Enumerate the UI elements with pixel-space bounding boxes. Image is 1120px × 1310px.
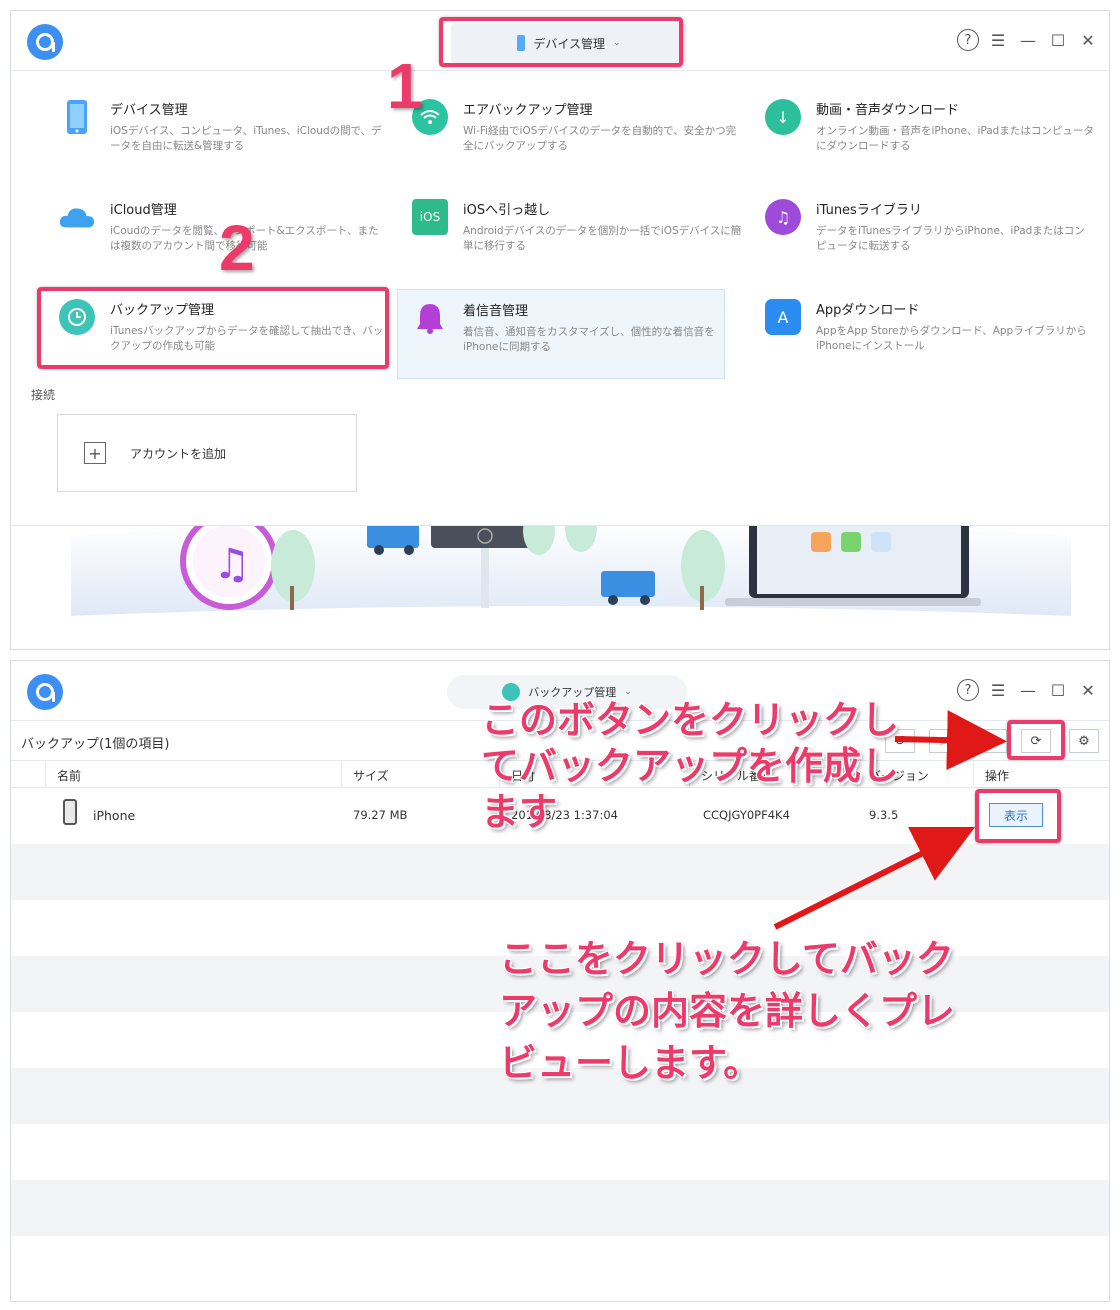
- backup-count-title: バックアップ(1個の項目): [21, 737, 170, 752]
- feature-title: デバイス管理: [110, 103, 188, 118]
- settings-icon[interactable]: ⚙: [1069, 729, 1099, 753]
- feature-title: iTunesライブラリ: [816, 203, 922, 218]
- backup-management-window: バックアップ管理 ⌄ ? ☰ — ☐ ✕ バックアップ(1個の項目) ↺ ⌕ ▭…: [10, 660, 1110, 1302]
- feature-desc: iTunesバックアップからデータを確認して抽出でき、バックアップの作成も可能: [110, 325, 384, 352]
- feature-app-download[interactable]: A Appダウンロード AppをApp Storeからダウンロード、Appライブ…: [765, 299, 1095, 389]
- feature-title: エアバックアップ管理: [463, 103, 593, 118]
- close-icon[interactable]: ✕: [1077, 29, 1099, 51]
- empty-row: [11, 1236, 1109, 1292]
- feature-desc: データをiTunesライブラリからiPhone、iPadまたはコンピュータに転送…: [816, 225, 1085, 252]
- menu-icon[interactable]: ☰: [987, 29, 1009, 51]
- clock-icon: [59, 299, 95, 335]
- feature-move-to-ios[interactable]: iOS iOSへ引っ越し Androidデバイスのデータを個別か一括でiOSデバ…: [412, 199, 742, 289]
- feature-desc: 着信音、通知音をカスタマイズし、個性的な着信音をiPhoneに同期する: [463, 326, 715, 353]
- add-account-label: アカウントを追加: [130, 446, 227, 461]
- chevron-down-icon: ⌄: [613, 38, 621, 48]
- menu-icon[interactable]: ☰: [987, 679, 1009, 701]
- empty-row: [11, 844, 1109, 900]
- feature-title: Appダウンロード: [816, 303, 920, 318]
- feature-title: 着信音管理: [463, 304, 529, 319]
- help-icon[interactable]: ?: [957, 679, 979, 701]
- search-icon[interactable]: ⌕: [929, 729, 959, 753]
- background-illustration: ♫: [11, 504, 1109, 649]
- feature-ringtone[interactable]: 着信音管理 着信音、通知音をカスタマイズし、個性的な着信音をiPhoneに同期す…: [397, 289, 725, 379]
- help-icon[interactable]: ?: [957, 29, 979, 51]
- cloud-icon: [59, 199, 95, 235]
- app-logo-icon: [27, 24, 63, 60]
- annotation-create-backup: このボタンをクリックしてバックアップを作成します: [481, 698, 900, 834]
- step-number-1: 1: [387, 50, 423, 122]
- feature-air-backup[interactable]: エアバックアップ管理 Wi-Fi経由でiOSデバイスのデータを自動的で、安全かつ…: [412, 99, 742, 189]
- music-icon: ♫: [765, 199, 801, 235]
- download-icon: ↓: [765, 99, 801, 135]
- empty-row: [11, 1124, 1109, 1180]
- empty-row: [11, 1180, 1109, 1236]
- feature-panel: デバイス管理 iOSデバイス、コンピュータ、iTunes、iCloudの間で、デ…: [11, 71, 1109, 526]
- cell-name: iPhone: [93, 808, 136, 823]
- column-name[interactable]: 名前: [57, 767, 81, 784]
- feature-desc: オンライン動画・音声をiPhone、iPadまたはコンピュータにダウンロードする: [816, 125, 1094, 152]
- feature-video-download[interactable]: ↓ 動画・音声ダウンロード オンライン動画・音声をiPhone、iPadまたはコ…: [765, 99, 1095, 189]
- feature-backup-management[interactable]: バックアップ管理 iTunesバックアップからデータを確認して抽出でき、バックア…: [59, 299, 389, 389]
- cell-size: 79.27 MB: [353, 808, 408, 822]
- close-icon[interactable]: ✕: [1077, 679, 1099, 701]
- device-selector[interactable]: デバイス管理 ⌄: [451, 23, 687, 63]
- add-account-button[interactable]: + アカウントを追加: [57, 414, 357, 492]
- chevron-down-icon: ⌄: [624, 687, 632, 697]
- connection-label: 接続: [31, 388, 56, 402]
- feature-desc: iOSデバイス、コンピュータ、iTunes、iCloudの間で、データを自由に転…: [110, 125, 382, 152]
- feature-desc: Androidデバイスのデータを個別か一括でiOSデバイスに簡単に移行する: [463, 225, 742, 252]
- step-number-2: 2: [219, 212, 255, 284]
- ios-icon: iOS: [412, 199, 448, 235]
- window-controls: ? ☰ — ☐ ✕: [957, 679, 1099, 701]
- window-controls: ? ☰ — ☐ ✕: [957, 29, 1099, 51]
- column-action: 操作: [985, 769, 1010, 783]
- svg-text:♫: ♫: [213, 539, 251, 588]
- maximize-icon[interactable]: ☐: [1047, 679, 1069, 701]
- plus-icon: +: [84, 442, 106, 464]
- annotation-preview: ここをクリックしてバックアップの内容を詳しくプレビューします。: [499, 937, 956, 1085]
- feature-desc: AppをApp Storeからダウンロード、AppライブラリからiPhoneにイ…: [816, 325, 1087, 352]
- feature-desc: Wi-Fi経由でiOSデバイスのデータを自動的で、安全かつ完全にバックアップする: [463, 125, 737, 152]
- feature-title: iOSへ引っ越し: [463, 203, 551, 218]
- appstore-icon: A: [765, 299, 801, 335]
- view-button[interactable]: 表示: [989, 803, 1043, 827]
- feature-itunes-library[interactable]: ♫ iTunesライブラリ データをiTunesライブラリからiPhone、iP…: [765, 199, 1095, 289]
- refresh-backup-icon[interactable]: ⟳: [1021, 729, 1051, 753]
- bell-icon: [412, 300, 448, 336]
- feature-device-management[interactable]: デバイス管理 iOSデバイス、コンピュータ、iTunes、iCloudの間で、デ…: [59, 99, 389, 189]
- column-size[interactable]: サイズ: [353, 767, 389, 784]
- minimize-icon[interactable]: —: [1017, 29, 1039, 51]
- device-selector-label: デバイス管理: [533, 36, 606, 51]
- titlebar: デバイス管理 ⌄ ? ☰ — ☐ ✕: [11, 11, 1109, 71]
- delete-icon[interactable]: ▭: [977, 729, 1007, 753]
- minimize-icon[interactable]: —: [1017, 679, 1039, 701]
- phone-icon: [517, 35, 526, 51]
- app-logo-icon: [27, 674, 63, 710]
- maximize-icon[interactable]: ☐: [1047, 29, 1069, 51]
- feature-title: 動画・音声ダウンロード: [816, 103, 960, 118]
- iphone-icon: [63, 799, 77, 825]
- phone-icon: [59, 99, 95, 135]
- device-management-window: デバイス管理 ⌄ ? ☰ — ☐ ✕ 1 デバイス管理 iOSデバイス、コンピュ…: [10, 10, 1110, 650]
- feature-title: バックアップ管理: [110, 303, 215, 318]
